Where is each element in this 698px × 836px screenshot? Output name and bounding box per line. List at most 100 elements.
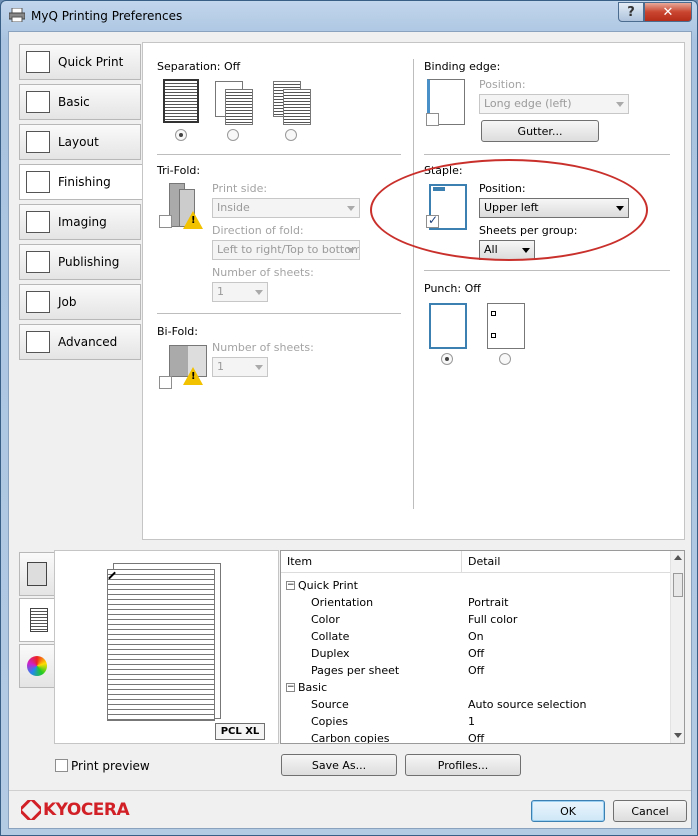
tab-label: Advanced bbox=[58, 335, 118, 349]
window-title: MyQ Printing Preferences bbox=[31, 9, 183, 23]
device-icon bbox=[27, 562, 47, 586]
page-preview: PCL XL bbox=[54, 550, 279, 744]
print-side-select[interactable]: Inside bbox=[212, 198, 360, 218]
table-row: Source Auto source selection bbox=[311, 698, 587, 711]
bifold-sheets-label: Number of sheets: bbox=[212, 341, 314, 354]
binding-position-select[interactable]: Long edge (left) bbox=[479, 94, 629, 114]
table-row: Orientation Portrait bbox=[311, 596, 509, 609]
preview-page bbox=[107, 569, 215, 721]
table-row: Pages per sheet Off bbox=[311, 664, 485, 677]
bifold-checkbox[interactable] bbox=[159, 376, 172, 389]
summary-header: Item Detail bbox=[281, 551, 670, 573]
advanced-icon bbox=[26, 331, 50, 353]
ok-button[interactable]: OK bbox=[531, 800, 605, 822]
tab-quick-print[interactable]: Quick Print bbox=[19, 44, 141, 80]
cancel-button[interactable]: Cancel bbox=[613, 800, 687, 822]
finishing-icon bbox=[26, 171, 50, 193]
tab-imaging[interactable]: Imaging bbox=[19, 204, 141, 240]
layout-icon bbox=[26, 131, 50, 153]
save-as-button[interactable]: Save As... bbox=[281, 754, 397, 776]
close-button[interactable]: ✕ bbox=[644, 2, 692, 22]
trifold-label: Tri-Fold: bbox=[157, 164, 201, 177]
separation-page-radio[interactable] bbox=[227, 129, 239, 141]
tab-label: Quick Print bbox=[58, 55, 124, 69]
separation-label: Separation: Off bbox=[157, 60, 241, 73]
table-row: Color Full color bbox=[311, 613, 518, 626]
help-button[interactable]: ? bbox=[618, 2, 644, 22]
separation-off-radio[interactable] bbox=[175, 129, 187, 141]
tab-label: Job bbox=[58, 295, 77, 309]
punch-holes-icon[interactable] bbox=[487, 303, 525, 349]
tab-layout[interactable]: Layout bbox=[19, 124, 141, 160]
punch-holes-radio[interactable] bbox=[499, 353, 511, 365]
publishing-icon bbox=[26, 251, 50, 273]
punch-off-icon[interactable] bbox=[429, 303, 467, 349]
tab-label: Finishing bbox=[58, 175, 111, 189]
profiles-button[interactable]: Profiles... bbox=[405, 754, 521, 776]
tab-document[interactable] bbox=[19, 598, 57, 642]
print-preview-label: Print preview bbox=[71, 759, 150, 773]
separation-off-icon[interactable] bbox=[163, 79, 199, 123]
separation-sheet-radio[interactable] bbox=[285, 129, 297, 141]
divider bbox=[157, 154, 401, 155]
quick-print-icon bbox=[26, 51, 50, 73]
punch-label: Punch: Off bbox=[424, 282, 481, 295]
group-row[interactable]: − Quick Print bbox=[281, 577, 670, 594]
punch-off-radio[interactable] bbox=[441, 353, 453, 365]
binding-edge-checkbox[interactable] bbox=[426, 113, 439, 126]
kyocera-logo-icon bbox=[21, 800, 41, 820]
dialog-client: Quick Print Basic Layout Finishing Imagi… bbox=[8, 31, 692, 829]
job-icon bbox=[26, 291, 50, 313]
bifold-sheets-select[interactable]: 1 bbox=[212, 357, 268, 377]
divider bbox=[157, 313, 401, 314]
annotation-highlight-ellipse bbox=[370, 159, 648, 261]
brand-name: KYOCERA bbox=[43, 800, 130, 820]
punch-hole-icon bbox=[491, 311, 496, 316]
tab-device[interactable] bbox=[19, 552, 55, 596]
vertical-divider bbox=[413, 59, 414, 509]
punch-hole-icon bbox=[491, 333, 496, 338]
scroll-down-icon[interactable] bbox=[674, 733, 682, 738]
imaging-icon bbox=[26, 211, 50, 233]
tab-finishing[interactable]: Finishing bbox=[19, 164, 143, 200]
print-preview-checkbox[interactable] bbox=[55, 759, 68, 772]
tab-job[interactable]: Job bbox=[19, 284, 141, 320]
collapse-icon: − bbox=[286, 580, 295, 590]
tab-label: Imaging bbox=[58, 215, 107, 229]
tab-color[interactable] bbox=[19, 644, 55, 688]
finishing-panel: Separation: Off Tri-Fold: ! Print side: … bbox=[142, 42, 685, 540]
punch-value: Off bbox=[464, 282, 481, 295]
scroll-thumb[interactable] bbox=[673, 573, 683, 597]
table-row: Duplex Off bbox=[311, 647, 485, 660]
binding-position-label: Position: bbox=[479, 78, 526, 91]
tab-publishing[interactable]: Publishing bbox=[19, 244, 141, 280]
trifold-sheets-label: Number of sheets: bbox=[212, 266, 314, 279]
footer-divider bbox=[9, 790, 691, 791]
table-row: Collate On bbox=[311, 630, 484, 643]
tab-advanced[interactable]: Advanced bbox=[19, 324, 141, 360]
divider bbox=[424, 154, 670, 155]
collapse-icon: − bbox=[286, 682, 295, 692]
column-header-detail[interactable]: Detail bbox=[462, 551, 670, 573]
summary-scrollbar[interactable] bbox=[670, 551, 684, 743]
separation-sheet-stack-icon bbox=[283, 89, 311, 125]
printer-icon bbox=[9, 8, 25, 22]
warning-icon: ! bbox=[183, 367, 203, 385]
trifold-sheets-select[interactable]: 1 bbox=[212, 282, 268, 302]
gutter-button[interactable]: Gutter... bbox=[481, 120, 599, 142]
tab-basic[interactable]: Basic bbox=[19, 84, 141, 120]
tab-label: Layout bbox=[58, 135, 99, 149]
printing-preferences-window: MyQ Printing Preferences ? ✕ Quick Print… bbox=[0, 0, 698, 836]
settings-summary[interactable]: Item Detail − Quick Print Orientation Port… bbox=[280, 550, 685, 744]
scroll-up-icon[interactable] bbox=[674, 555, 682, 560]
document-icon bbox=[29, 608, 48, 632]
bifold-label: Bi-Fold: bbox=[157, 325, 198, 338]
table-row: Carbon copies Off bbox=[311, 732, 485, 744]
column-header-item[interactable]: Item bbox=[281, 551, 462, 573]
color-icon bbox=[27, 656, 47, 676]
direction-fold-select[interactable]: Left to right/Top to bottom bbox=[212, 240, 360, 260]
print-side-label: Print side: bbox=[212, 182, 268, 195]
binding-edge-label: Binding edge: bbox=[424, 60, 501, 73]
trifold-checkbox[interactable] bbox=[159, 215, 172, 228]
group-row[interactable]: − Basic bbox=[281, 679, 670, 696]
